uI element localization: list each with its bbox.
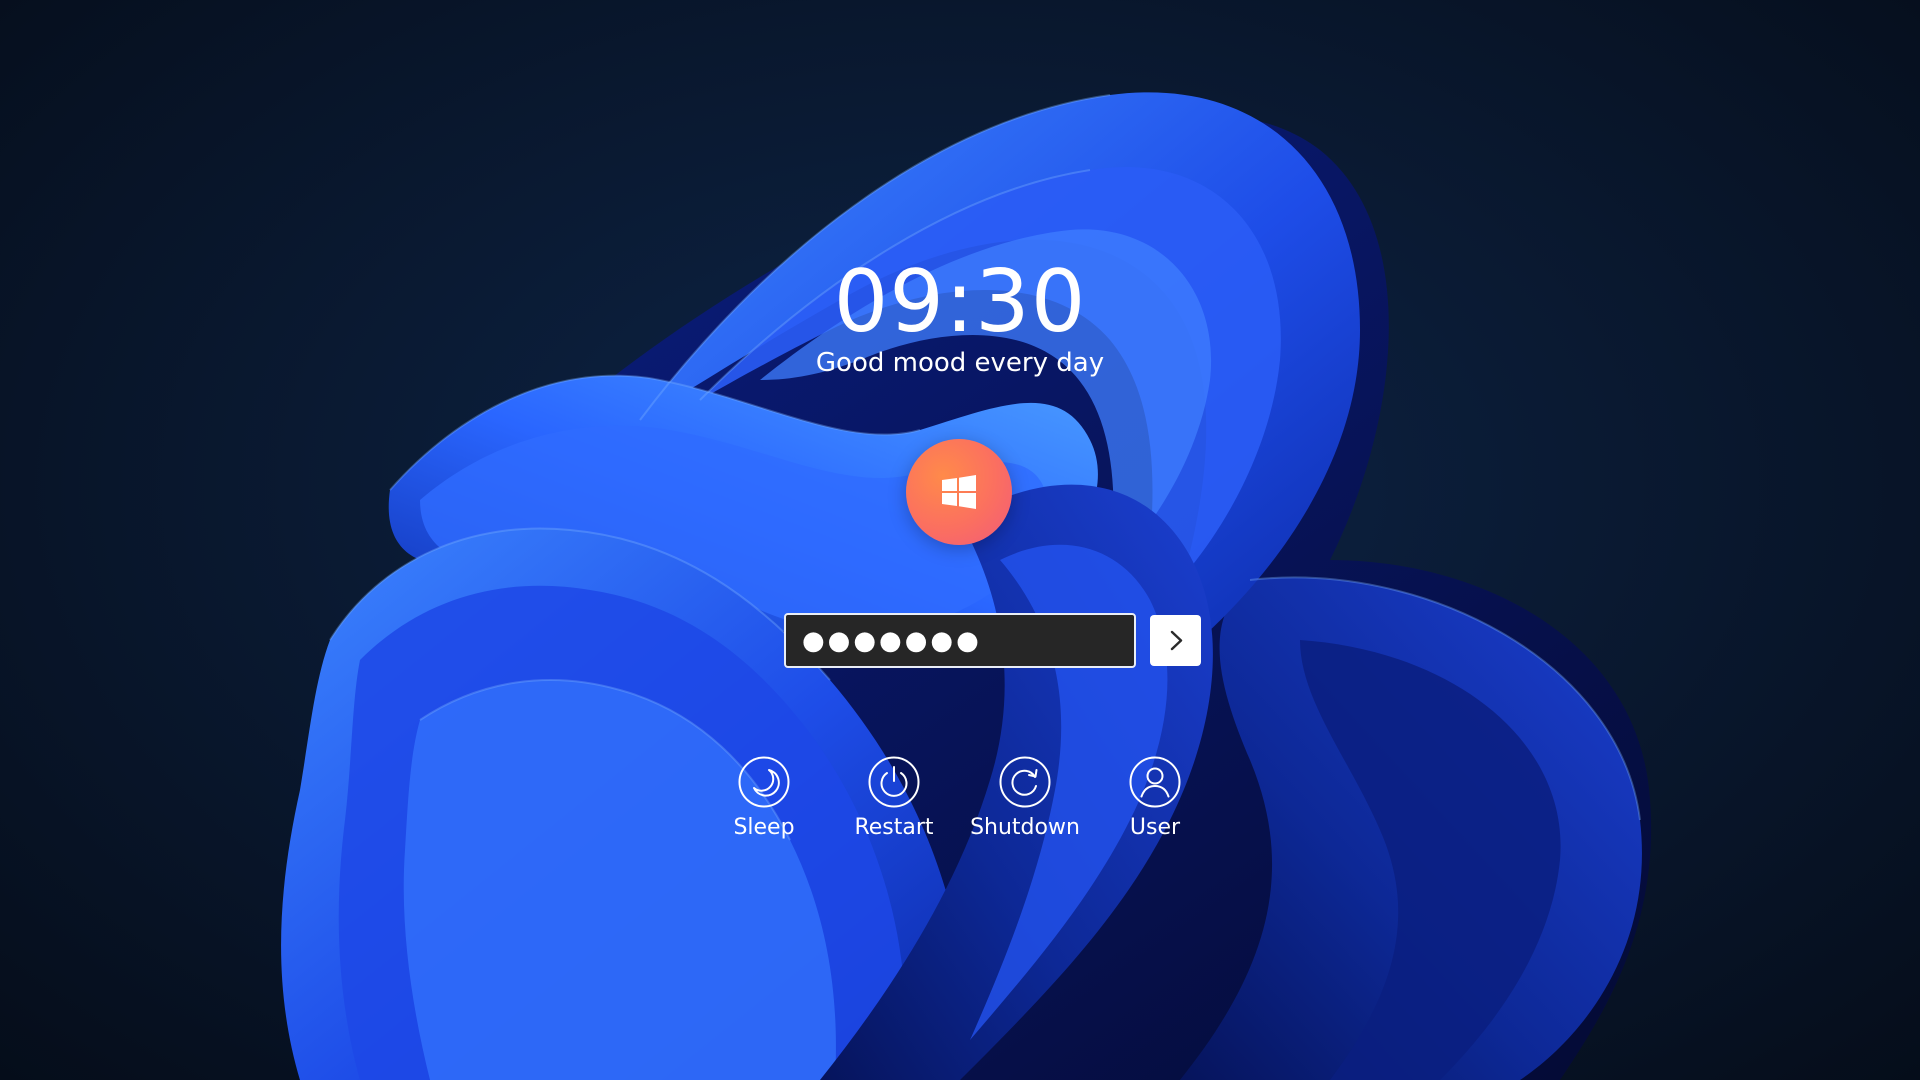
shutdown-button[interactable]: Shutdown [955,756,1095,842]
clock-time: 09:30 [833,252,1087,352]
password-input[interactable] [784,613,1136,668]
lock-screen: 09:30 Good mood every day Sleep Restart [0,0,1920,1080]
sleep-button[interactable]: Sleep [694,756,834,842]
power-icon [868,756,920,808]
user-icon [1129,756,1181,808]
user-avatar [906,439,1012,545]
moon-icon [738,756,790,808]
restart-label: Restart [854,815,934,840]
submit-button[interactable] [1150,615,1201,666]
user-label: User [1129,815,1181,840]
chevron-right-icon [1170,630,1183,651]
refresh-icon [999,756,1051,808]
greeting-message: Good mood every day [815,348,1105,378]
sleep-label: Sleep [733,815,795,840]
restart-button[interactable]: Restart [824,756,964,842]
switch-user-button[interactable]: User [1085,756,1225,842]
shutdown-label: Shutdown [970,815,1080,840]
windows-logo-icon [942,475,976,509]
